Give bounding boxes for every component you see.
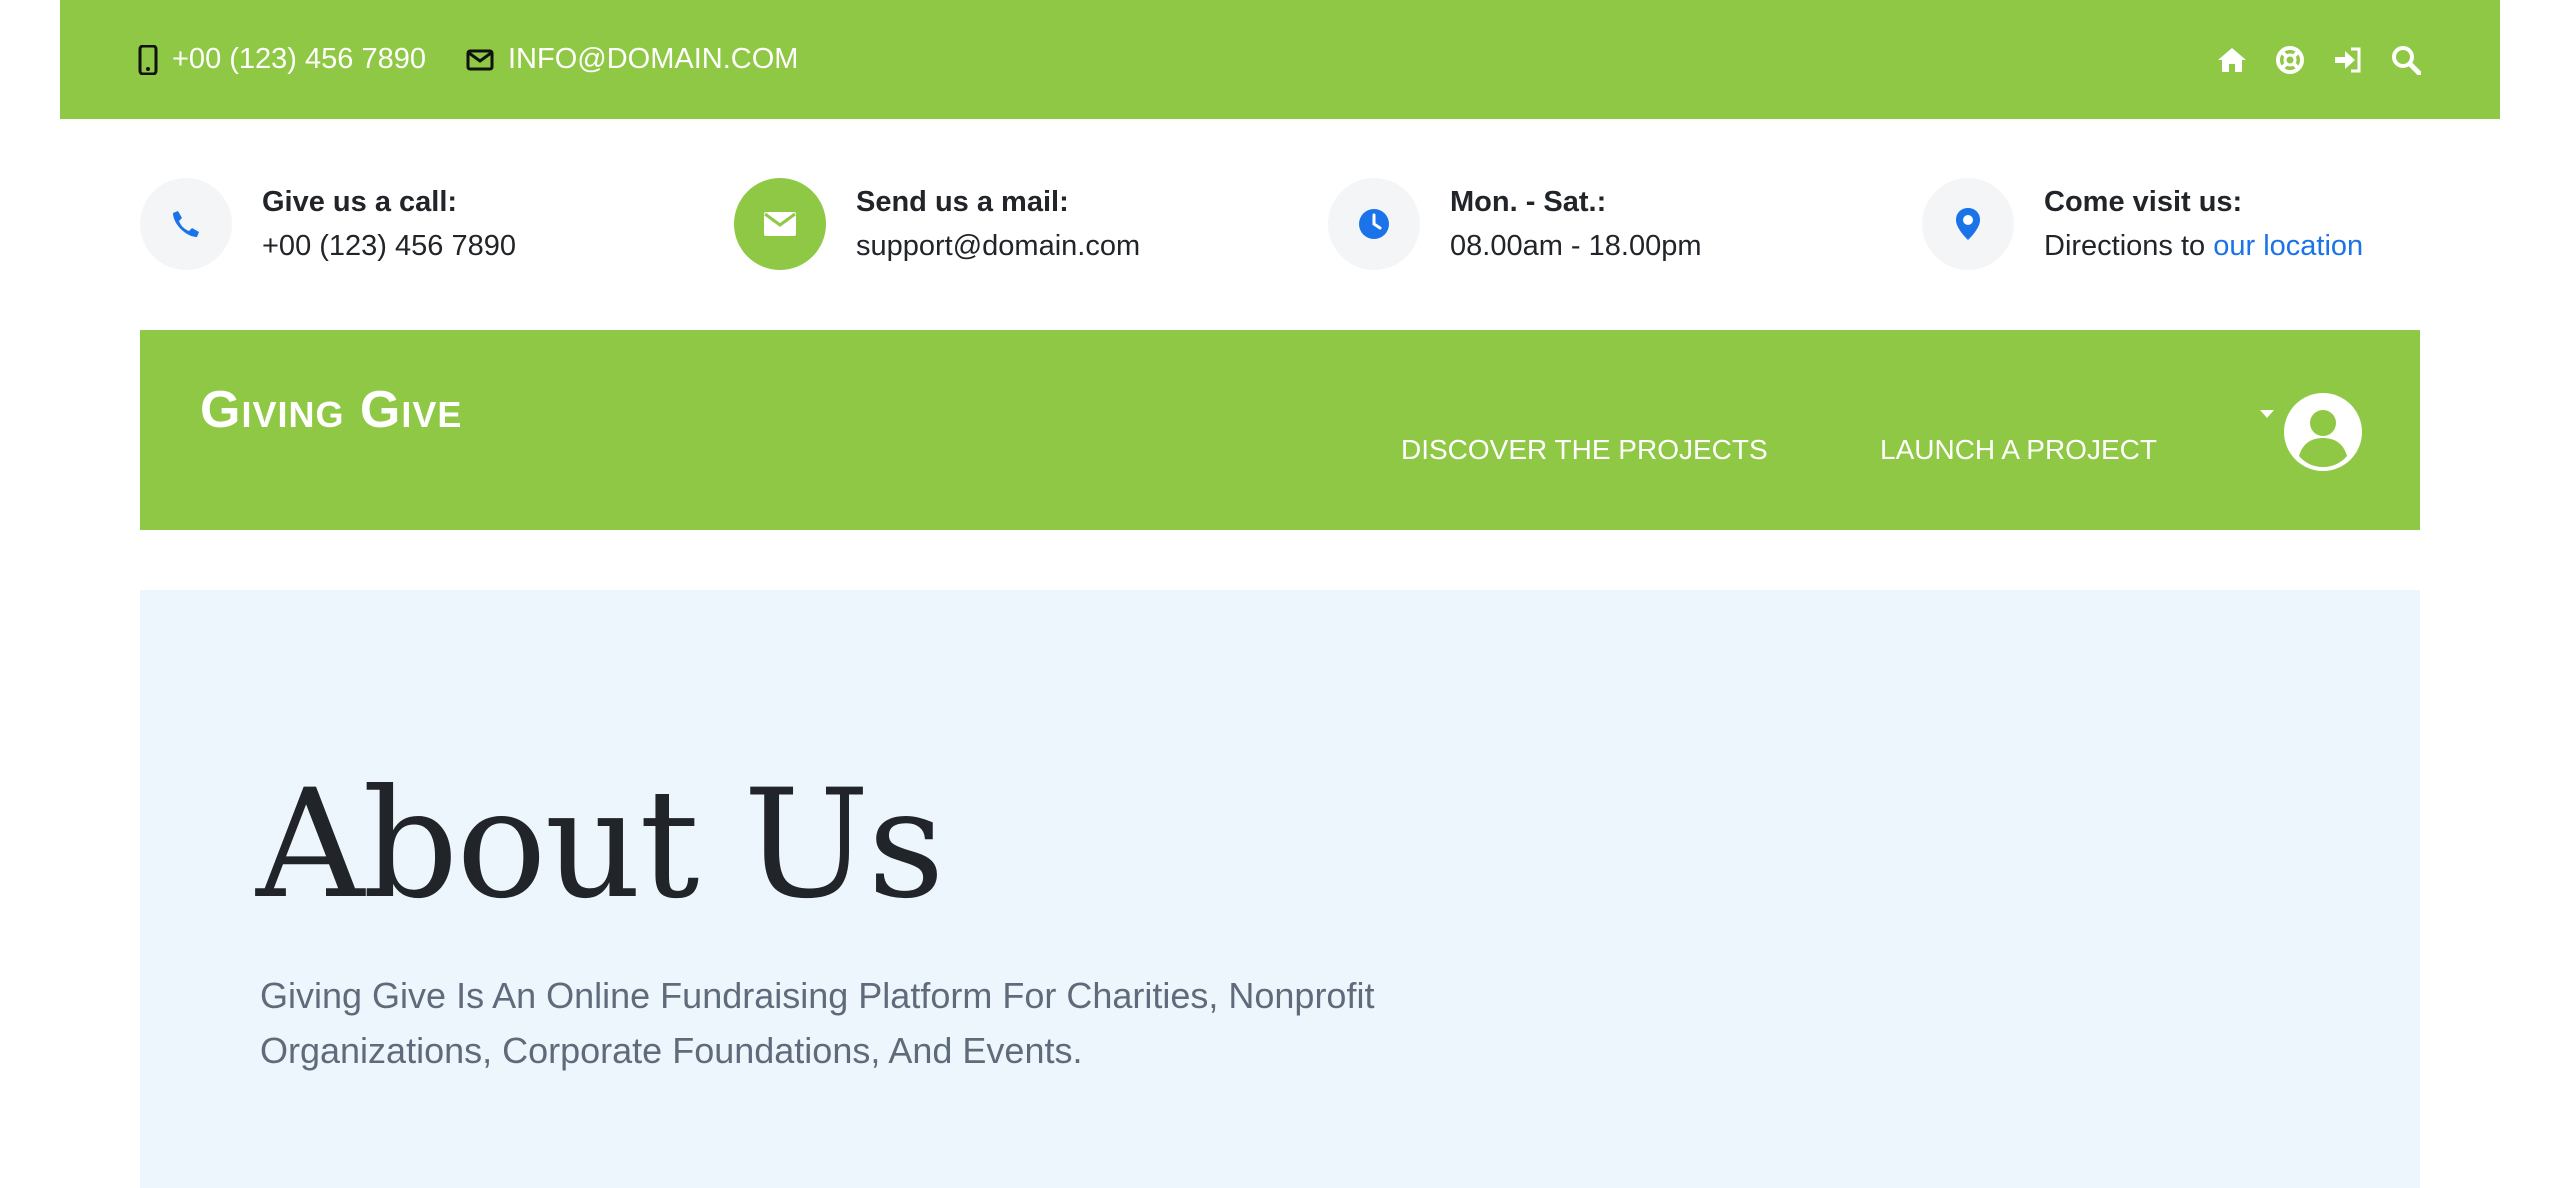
- info-mail-label: Send us a mail:: [856, 186, 1069, 218]
- envelope-icon: [764, 212, 796, 236]
- info-visit-prefix: Directions to: [2044, 230, 2206, 262]
- mail-icon-circle: [734, 178, 826, 270]
- page-subtitle: Giving Give Is An Online Fundraising Pla…: [260, 975, 1375, 1071]
- user-avatar-icon[interactable]: [2283, 392, 2363, 472]
- phone-icon: [173, 211, 199, 237]
- call-icon-circle: [140, 178, 232, 270]
- chevron-down-icon[interactable]: [2260, 410, 2274, 418]
- info-call: Give us a call: +00 (123) 456 7890: [140, 178, 516, 270]
- info-call-value: +00 (123) 456 7890: [262, 230, 516, 262]
- info-visit: Come visit us: Directions to our locatio…: [1922, 178, 2363, 270]
- clock-icon: [1359, 209, 1389, 239]
- top-phone[interactable]: +00 (123) 456 7890: [138, 0, 426, 119]
- envelope-icon: [466, 49, 494, 70]
- top-email-text: INFO@DOMAIN.COM: [508, 43, 799, 75]
- brand-logo[interactable]: Giving Give: [200, 380, 462, 440]
- search-icon[interactable]: [2390, 44, 2422, 76]
- info-visit-label: Come visit us:: [2044, 186, 2243, 218]
- hours-icon-circle: [1328, 178, 1420, 270]
- top-bar: +00 (123) 456 7890 INFO@DOMAIN.COM: [60, 0, 2500, 119]
- our-location-link[interactable]: our location: [2213, 230, 2363, 262]
- info-hours-value: 08.00am - 18.00pm: [1450, 230, 1702, 262]
- info-mail-value: support@domain.com: [856, 230, 1141, 262]
- info-visit-value: Directions to our location: [2044, 224, 2363, 268]
- life-ring-icon[interactable]: [2274, 44, 2306, 76]
- sign-in-icon[interactable]: [2332, 44, 2364, 76]
- info-hours-label: Mon. - Sat.:: [1450, 186, 1607, 218]
- visit-icon-circle: [1922, 178, 2014, 270]
- map-pin-icon: [1956, 208, 1980, 240]
- main-navbar: Giving Give DISCOVER THE PROJECTS LAUNCH…: [140, 330, 2420, 530]
- top-phone-text: +00 (123) 456 7890: [172, 43, 426, 75]
- top-icon-group: [2216, 0, 2422, 119]
- top-email[interactable]: INFO@DOMAIN.COM: [466, 0, 798, 119]
- info-hours: Mon. - Sat.: 08.00am - 18.00pm: [1328, 178, 1701, 270]
- home-icon[interactable]: [2216, 44, 2248, 76]
- mobile-phone-icon: [138, 44, 158, 75]
- page-title: About Us: [256, 758, 945, 932]
- info-mail: Send us a mail: support@domain.com: [734, 178, 1140, 270]
- nav-discover-projects[interactable]: DISCOVER THE PROJECTS: [1401, 434, 1768, 466]
- about-hero: About Us Giving Give Is An Online Fundra…: [140, 590, 2420, 1188]
- nav-launch-project[interactable]: LAUNCH A PROJECT: [1880, 434, 2157, 466]
- info-call-label: Give us a call:: [262, 186, 458, 218]
